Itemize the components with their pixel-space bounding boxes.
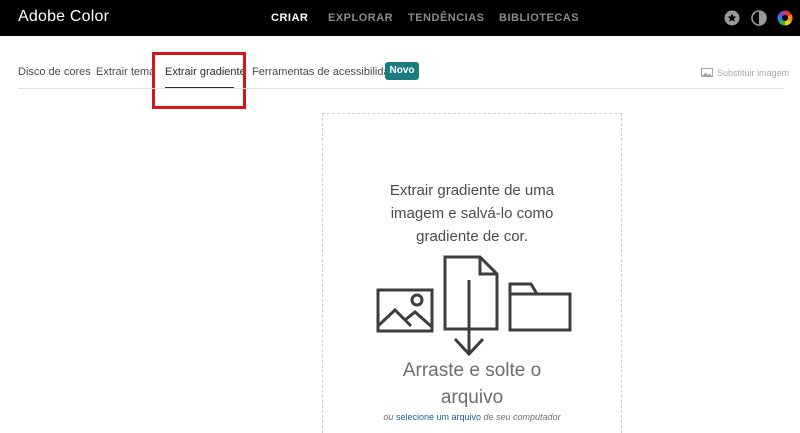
document-download-icon	[443, 255, 499, 357]
upload-illustration	[376, 255, 572, 357]
color-wheel-icon[interactable]	[777, 10, 793, 26]
select-file-line: ou selecione um arquivo de seu computado…	[323, 412, 621, 422]
drag-line: arquivo	[440, 387, 504, 408]
instruction-line: Extrair gradiente de uma	[389, 182, 555, 199]
tab-disco-de-cores[interactable]: Disco de cores	[18, 66, 91, 78]
nav-criar[interactable]: CRIAR	[271, 12, 308, 24]
subnav-divider	[18, 88, 784, 89]
instruction-line: imagem e salvá-lo como	[390, 205, 554, 222]
instruction-line: gradiente de cor.	[416, 228, 528, 245]
tab-ferramentas-acessibilidade[interactable]: Ferramentas de acessibilidade	[252, 66, 402, 78]
drag-line: Arraste e solte o	[402, 360, 542, 381]
file-dropzone[interactable]: Extrair gradiente de uma imagem e salvá-…	[322, 113, 622, 433]
main-nav: CRIAR EXPLORAR TENDÊNCIAS BIBLIOTECAS	[250, 0, 590, 36]
highlight-annotation	[152, 52, 246, 109]
contrast-theme-icon[interactable]	[751, 10, 767, 26]
replace-image-button[interactable]: Substituir imagem	[701, 68, 789, 78]
nav-explorar[interactable]: EXPLORAR	[328, 12, 393, 24]
replace-image-label: Substituir imagem	[717, 68, 790, 78]
nav-tendencias[interactable]: TENDÊNCIAS	[408, 12, 485, 24]
drag-drop-text: Arraste e solte o arquivo	[323, 357, 621, 411]
app-title[interactable]: Adobe Color	[18, 8, 109, 26]
nav-bibliotecas[interactable]: BIBLIOTECAS	[499, 12, 579, 24]
star-badge-icon[interactable]	[724, 10, 740, 26]
tab-extrair-tema[interactable]: Extrair tema	[96, 66, 155, 78]
dropzone-instruction: Extrair gradiente de uma imagem e salvá-…	[323, 179, 621, 248]
select-file-link[interactable]: selecione um arquivo	[396, 412, 481, 422]
select-suffix: de seu computador	[483, 412, 561, 422]
top-bar: Adobe Color CRIAR EXPLORAR TENDÊNCIAS BI…	[0, 0, 800, 36]
folder-icon	[508, 282, 572, 332]
new-badge: Novo	[385, 62, 419, 80]
image-file-icon	[376, 288, 434, 333]
image-icon	[701, 68, 713, 77]
select-prefix: ou	[383, 412, 394, 422]
